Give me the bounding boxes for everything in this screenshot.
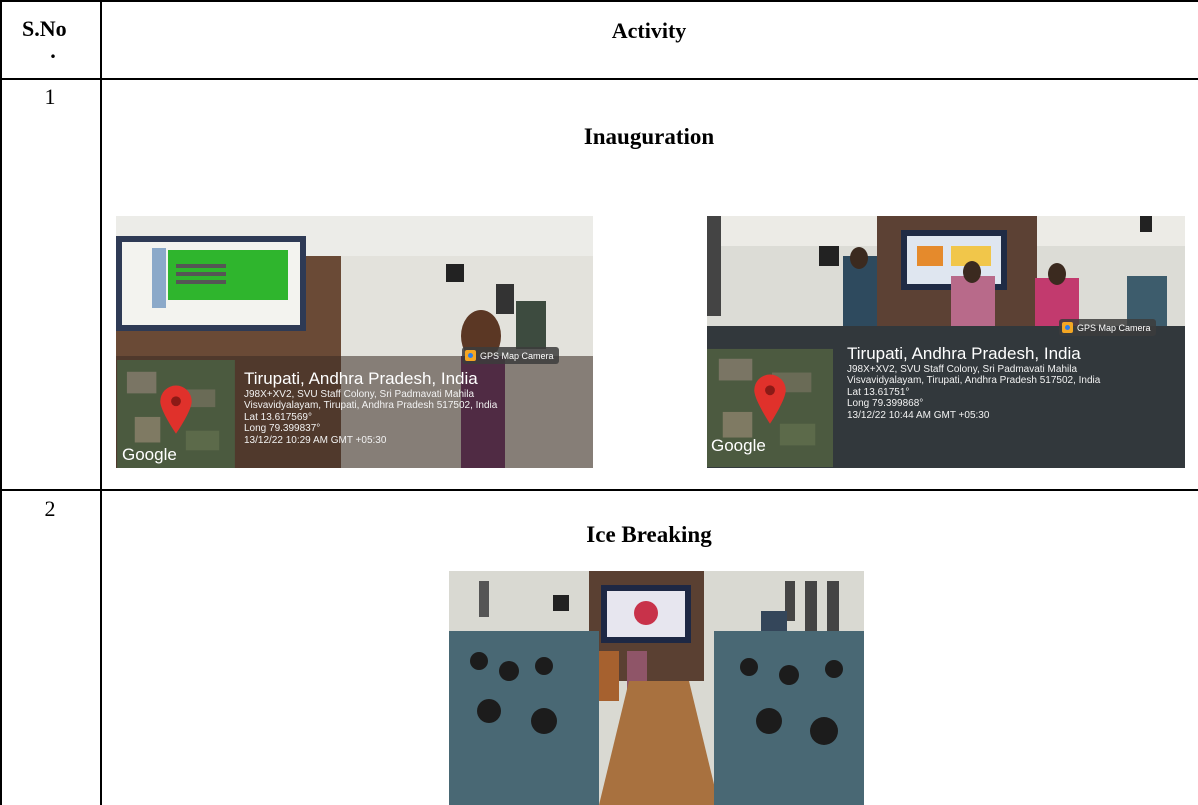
table-row-divider-header xyxy=(0,78,1198,80)
geotag-place-1: Tirupati, Andhra Pradesh, India xyxy=(244,369,478,388)
ice-breaking-photo xyxy=(449,571,864,805)
header-sno: S.No . xyxy=(22,18,84,62)
header-sno-dot: . xyxy=(50,38,56,63)
geotag-place-2: Tirupati, Andhra Pradesh, India xyxy=(847,344,1081,363)
geotag-timestamp-1: 13/12/22 10:29 AM GMT +05:30 xyxy=(244,434,387,446)
classroom-scene-3 xyxy=(449,571,864,805)
map-watermark-1: Google xyxy=(122,445,177,464)
row-2-number: 2 xyxy=(44,496,56,521)
geotag-address1-1: J98X+XV2, SVU Staff Colony, Sri Padmavat… xyxy=(244,388,475,400)
geotag-address2-1: Visvavidyalayam, Tirupati, Andhra Prades… xyxy=(244,400,498,412)
table-border-left xyxy=(0,0,2,805)
gps-camera-icon xyxy=(465,350,476,361)
geotag-address1-2: J98X+XV2, SVU Staff Colony, Sri Padmavat… xyxy=(847,363,1078,375)
table-border-top xyxy=(0,0,1198,2)
gps-badge-label-2: GPS Map Camera xyxy=(1077,322,1151,333)
table-row-divider-1 xyxy=(0,489,1198,491)
geotag-lat-1: Lat 13.617569° xyxy=(244,411,312,423)
row-1-number: 1 xyxy=(44,84,56,109)
gps-camera-icon xyxy=(1062,322,1073,333)
geotag-timestamp-2: 13/12/22 10:44 AM GMT +05:30 xyxy=(847,409,990,421)
header-sno-label: S.No xyxy=(22,16,67,41)
table-column-divider xyxy=(100,0,102,805)
geotag-info-2: Tirupati, Andhra Pradesh, India J98X+XV2… xyxy=(847,344,1100,421)
row-1-title: Inauguration xyxy=(583,124,715,149)
inauguration-photo-1: Google GPS Map Camera Tirupati, Andhra P… xyxy=(116,216,593,468)
map-watermark-2: Google xyxy=(711,436,766,455)
gps-badge-2: GPS Map Camera xyxy=(1059,319,1156,336)
row-2-title: Ice Breaking xyxy=(586,522,712,547)
header-activity: Activity xyxy=(611,18,687,43)
geotag-lat-2: Lat 13.61751° xyxy=(847,386,910,398)
geotag-long-2: Long 79.399868° xyxy=(847,398,924,410)
gps-badge-1: GPS Map Camera xyxy=(462,347,559,364)
gps-badge-label-1: GPS Map Camera xyxy=(480,350,554,361)
inauguration-photo-2: Google GPS Map Camera Tirupati, Andhra P… xyxy=(707,216,1185,468)
geotag-long-1: Long 79.399837° xyxy=(244,423,321,435)
geotag-address2-2: Visvavidyalayam, Tirupati, Andhra Prades… xyxy=(847,375,1101,387)
geotag-info-1: Tirupati, Andhra Pradesh, India J98X+XV2… xyxy=(244,369,497,446)
